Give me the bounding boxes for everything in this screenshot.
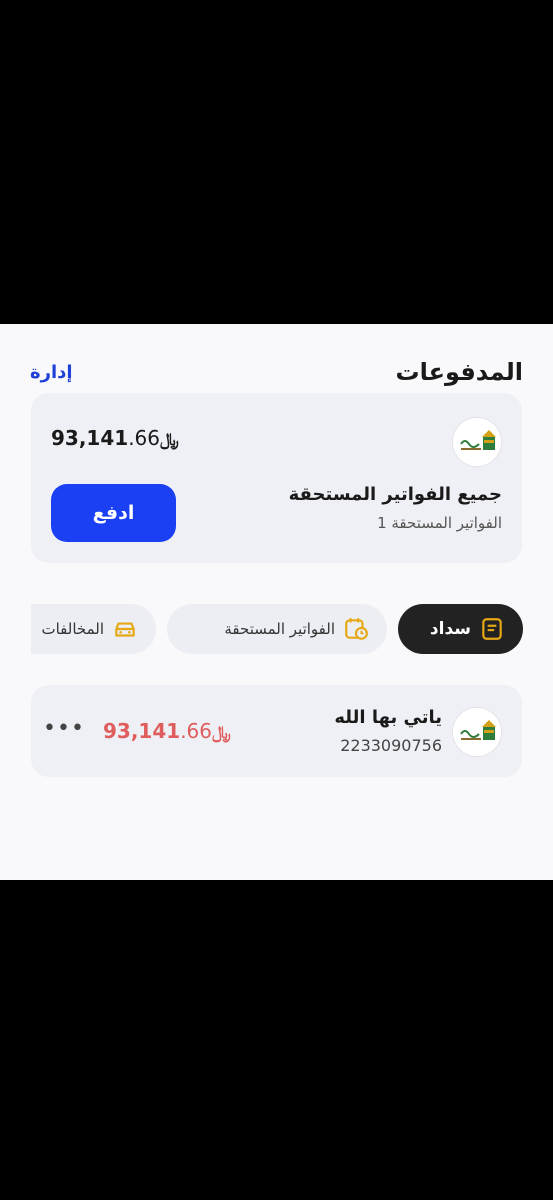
due-bills-summary-card[interactable]: ﷼93,141.66 جميع الفواتير المستحقة 1 الفو… [31, 393, 522, 563]
category-tabs: سداد الفواتير المستحقة المخالفات [31, 604, 523, 654]
receipt-icon [482, 618, 502, 640]
tab-violations-label: المخالفات [41, 620, 104, 638]
car-icon [115, 622, 135, 637]
calendar-clock-icon [345, 618, 368, 640]
page-title: المدفوعات [395, 358, 523, 386]
tab-payment[interactable]: سداد [398, 604, 523, 654]
total-amount: ﷼93,141.66 [51, 426, 179, 450]
bill-row[interactable]: ياتي بها الله 2233090756 ﷼93,141.66 ••• [31, 685, 522, 777]
bill-name: ياتي بها الله [334, 707, 442, 728]
provider-logo [452, 707, 502, 757]
riyal-currency-icon: ﷼ [160, 430, 179, 450]
pay-button[interactable]: ادفع [51, 484, 176, 542]
more-options-icon[interactable]: ••• [43, 713, 84, 743]
tab-due-bills[interactable]: الفواتير المستحقة [167, 604, 387, 654]
payments-screen: المدفوعات إدارة ﷼93,141.66 جميع الفواتير… [0, 324, 553, 880]
tab-payment-label: سداد [429, 619, 471, 639]
riyal-currency-icon: ﷼ [212, 723, 231, 743]
summary-title: جميع الفواتير المستحقة [288, 484, 502, 505]
tab-violations[interactable]: المخالفات [31, 604, 156, 654]
tab-due-bills-label: الفواتير المستحقة [224, 620, 335, 638]
summary-subtitle: 1 الفواتير المستحقة [377, 514, 502, 532]
bill-account-number: 2233090756 [340, 736, 442, 755]
manage-link[interactable]: إدارة [30, 362, 73, 383]
provider-logo [452, 417, 502, 467]
header: المدفوعات إدارة [30, 358, 523, 392]
bill-amount: ﷼93,141.66 [103, 719, 231, 743]
